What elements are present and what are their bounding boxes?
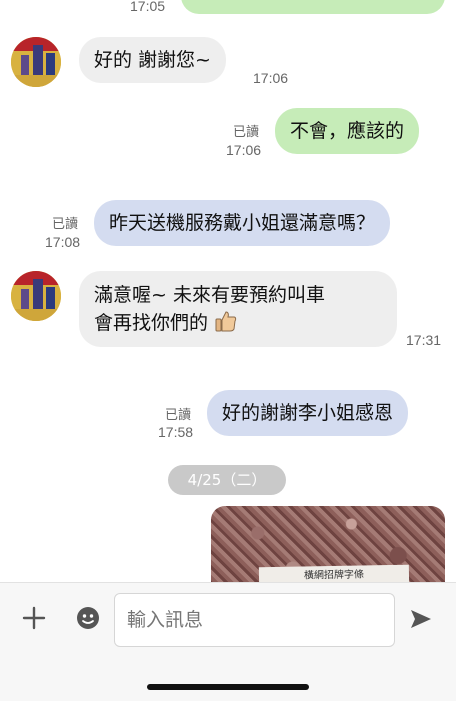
- message-time: 17:08: [45, 234, 81, 250]
- message-bubble-outgoing[interactable]: 昨天送機服務戴小姐還滿意嗎？: [94, 200, 391, 246]
- avatar[interactable]: [11, 37, 61, 87]
- home-indicator[interactable]: [147, 684, 309, 690]
- message-bubble-incoming[interactable]: 滿意喔~ 未來有要預約叫車 會再找你們的: [79, 271, 397, 347]
- avatar-image-icon: [11, 271, 61, 321]
- photo-message[interactable]: 橫網招牌字條: [211, 506, 445, 582]
- message-bubble-outgoing[interactable]: 不會，應該的: [275, 108, 420, 154]
- message-time: 17:05: [130, 0, 166, 14]
- photo-label: 橫網招牌字條: [258, 564, 410, 582]
- message-time: 17:58: [158, 424, 194, 440]
- read-status: 已讀: [52, 216, 79, 231]
- plus-icon[interactable]: [22, 606, 46, 630]
- chat-area[interactable]: 17:05 好的 謝謝您~ 17:06 已讀 17:06 不會，應該的 已讀 1…: [0, 0, 456, 582]
- message-line-2: 會再找你們的: [94, 309, 382, 337]
- message-line-1: 滿意喔~ 未來有要預約叫車: [94, 284, 325, 306]
- message-bubble-incoming[interactable]: 好的 謝謝您~: [79, 37, 226, 83]
- read-status: 已讀: [233, 124, 260, 139]
- message-time: 17:06: [253, 70, 289, 86]
- message-time: 17:06: [226, 142, 262, 158]
- message-time: 17:31: [406, 332, 442, 348]
- sticker-icon[interactable]: [76, 606, 100, 630]
- avatar-image-icon: [11, 37, 61, 87]
- message-line-2-text: 會再找你們的: [94, 312, 209, 334]
- thumbs-up-icon: [215, 311, 237, 332]
- avatar[interactable]: [11, 271, 61, 321]
- read-status: 已讀: [165, 407, 192, 422]
- message-input[interactable]: [114, 593, 395, 647]
- date-separator: 4/25（二）: [168, 465, 286, 495]
- send-icon[interactable]: [409, 607, 433, 631]
- message-bubble-outgoing[interactable]: [181, 0, 445, 14]
- message-bubble-outgoing[interactable]: 好的謝謝李小姐感恩: [207, 390, 409, 436]
